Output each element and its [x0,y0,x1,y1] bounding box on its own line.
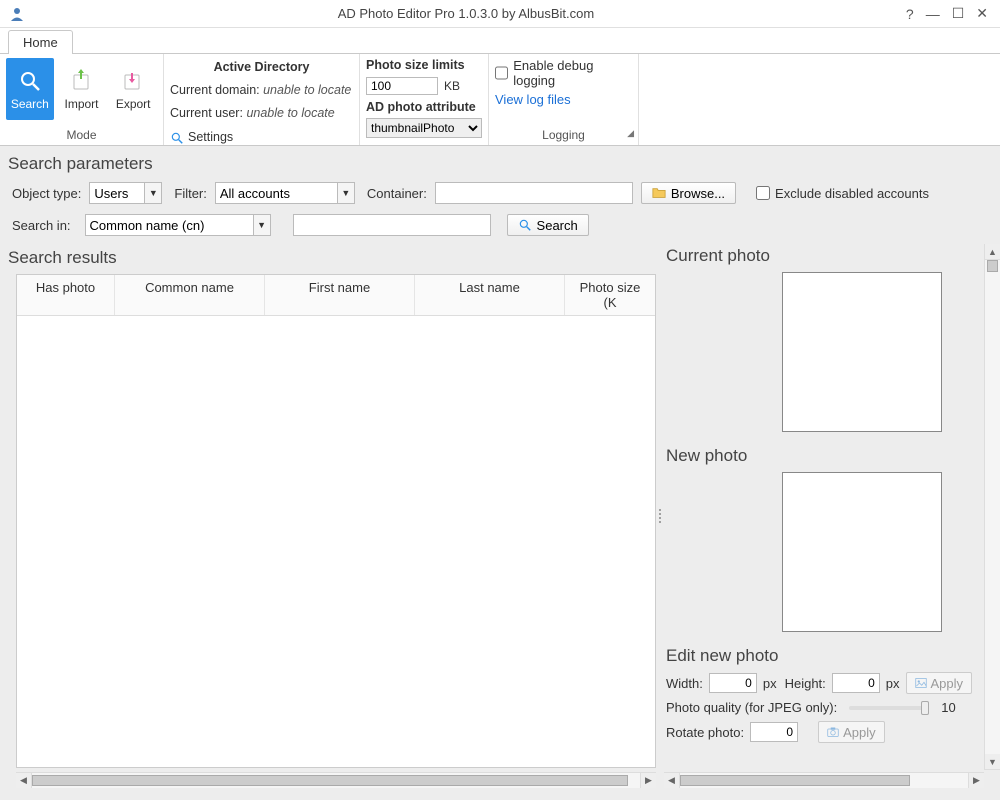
close-icon[interactable]: ✕ [976,5,988,22]
quality-slider[interactable] [849,706,929,710]
results-body [17,316,655,767]
search-in-dd-icon[interactable]: ▼ [253,214,271,236]
browse-button[interactable]: Browse... [641,182,736,204]
apply-rotate-button[interactable]: Apply [818,721,885,743]
user-label: Current user: [170,106,243,120]
photo-vscrollbar[interactable]: ▲ ▼ [984,244,1000,770]
maximize-icon[interactable]: ☐ [952,5,965,22]
domain-value: unable to locate [263,83,351,97]
browse-label: Browse... [671,186,725,201]
settings-label: Settings [188,128,233,147]
new-photo-heading: New photo [666,446,984,466]
picture-icon [915,677,927,689]
rotate-input[interactable] [750,722,798,742]
filter-select[interactable] [215,182,337,204]
photo-attr-select[interactable]: thumbnailPhoto [366,118,482,138]
col-has-photo[interactable]: Has photo [17,275,115,315]
search-button[interactable]: Search [507,214,589,236]
title-bar: AD Photo Editor Pro 1.0.3.0 by AlbusBit.… [0,0,1000,28]
container-label: Container: [367,186,427,201]
search-params-title: Search parameters [0,146,1000,178]
exclude-disabled-label: Exclude disabled accounts [775,186,929,201]
search-in-select[interactable] [85,214,253,236]
settings-button[interactable]: Settings [170,128,233,147]
app-icon [8,5,26,23]
view-log-link[interactable]: View log files [495,92,571,107]
width-input[interactable] [709,673,757,693]
height-label: Height: [785,676,826,691]
apply-size-button[interactable]: Apply [906,672,973,694]
scroll-right-icon[interactable]: ▶ [640,773,656,788]
filter-label: Filter: [174,186,207,201]
quality-label: Photo quality (for JPEG only): [666,700,837,715]
exclude-disabled-checkbox[interactable]: Exclude disabled accounts [756,186,929,201]
photo-limits-heading: Photo size limits [366,58,465,72]
folder-icon [652,186,666,200]
filter-dd-icon[interactable]: ▼ [337,182,355,204]
photo-size-input[interactable] [366,77,438,95]
new-photo-box [782,472,942,632]
ribbon-tabs: Home [0,28,1000,54]
search-results-title: Search results [4,244,656,272]
rotate-label: Rotate photo: [666,725,744,740]
camera-icon [827,726,839,738]
logging-launcher-icon[interactable]: ◢ [627,128,634,139]
user-value: unable to locate [246,106,334,120]
tab-home[interactable]: Home [8,30,73,54]
search-mode-button[interactable]: Search [6,58,54,120]
help-icon[interactable]: ? [906,6,914,22]
scroll-up-icon[interactable]: ▲ [985,244,1000,260]
search-mode-label: Search [11,97,49,111]
search-btn-label: Search [537,218,578,233]
domain-label: Current domain: [170,83,260,97]
scroll-down-icon[interactable]: ▼ [985,754,1000,770]
export-mode-button[interactable]: Export [109,58,157,120]
width-unit: px [763,676,777,691]
import-icon [69,68,95,94]
photo-scroll-left-icon[interactable]: ◀ [664,773,680,788]
object-type-label: Object type: [12,186,81,201]
current-photo-box [782,272,942,432]
height-input[interactable] [832,673,880,693]
scroll-left-icon[interactable]: ◀ [16,773,32,788]
quality-value: 10 [941,700,955,715]
enable-debug-checkbox[interactable]: Enable debug logging [495,58,632,88]
import-mode-button[interactable]: Import [58,58,106,120]
photo-scroll-right-icon[interactable]: ▶ [968,773,984,788]
search-small-icon [170,131,184,145]
object-type-dd-icon[interactable]: ▼ [144,182,162,204]
apply-rotate-label: Apply [843,725,876,740]
import-mode-label: Import [65,97,99,111]
container-input[interactable] [435,182,633,204]
col-last-name[interactable]: Last name [415,275,565,315]
results-hscrollbar[interactable]: ◀ ▶ [16,772,656,788]
col-first-name[interactable]: First name [265,275,415,315]
search-icon [17,68,43,94]
window-title: AD Photo Editor Pro 1.0.3.0 by AlbusBit.… [26,6,906,21]
mode-group-label: Mode [66,128,96,142]
height-unit: px [886,676,900,691]
photo-hscrollbar[interactable]: ◀ ▶ [664,772,984,788]
minimize-icon[interactable]: — [926,6,940,22]
search-text-input[interactable] [293,214,491,236]
photo-attr-heading: AD photo attribute [366,100,476,114]
edit-photo-heading: Edit new photo [666,646,984,666]
enable-debug-label: Enable debug logging [513,58,632,88]
col-photo-size[interactable]: Photo size (K [565,275,655,315]
connection-heading: Active Directory [170,58,353,77]
export-mode-label: Export [116,97,151,111]
photo-size-unit: KB [444,79,460,93]
logging-group-label: Logging [542,128,585,142]
object-type-select[interactable] [89,182,144,204]
splitter-handle[interactable] [656,244,664,788]
results-grid[interactable]: Has photo Common name First name Last na… [16,274,656,768]
export-icon [120,68,146,94]
ribbon: Search Import Export Mode Active Directo… [0,54,1000,146]
col-common-name[interactable]: Common name [115,275,265,315]
apply-size-label: Apply [931,676,964,691]
width-label: Width: [666,676,703,691]
search-in-label: Search in: [12,218,71,233]
current-photo-heading: Current photo [666,246,984,266]
search-btn-icon [518,218,532,232]
